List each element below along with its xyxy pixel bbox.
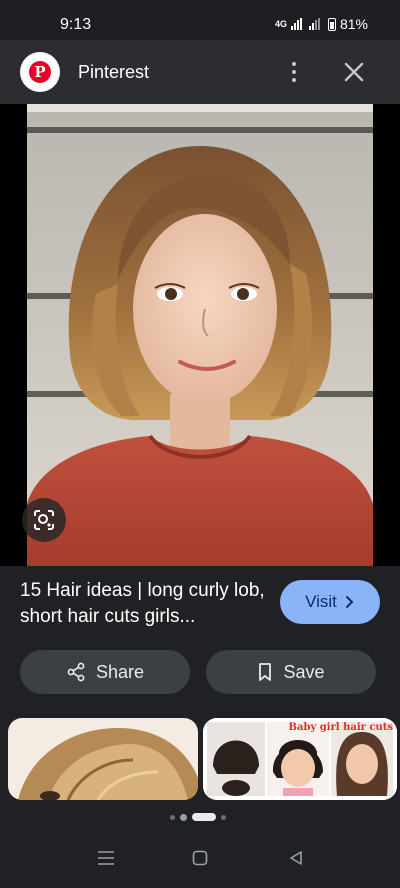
pager-dot — [180, 813, 187, 821]
battery-icon — [327, 17, 336, 31]
related-pin-image — [8, 718, 198, 800]
share-icon — [67, 662, 85, 682]
status-icons: 4G 81% — [275, 16, 368, 32]
related-pin-2[interactable]: Baby girl hair cuts — [203, 718, 397, 800]
back-icon[interactable] — [288, 850, 304, 866]
app-header: P Pinterest — [0, 40, 400, 104]
signal-icon-2 — [308, 18, 320, 30]
battery-level: 81% — [339, 16, 368, 32]
chevron-right-icon — [345, 596, 354, 608]
close-icon[interactable] — [340, 58, 368, 86]
save-button[interactable]: Save — [206, 650, 376, 694]
app-title: Pinterest — [78, 62, 150, 82]
pager-dot — [221, 814, 226, 820]
bookmark-icon — [259, 663, 272, 681]
related-pin-banner: Baby girl hair cuts — [288, 722, 393, 733]
signal-icon — [290, 18, 302, 30]
girl-portrait-image — [0, 104, 400, 566]
lens-search-button[interactable] — [22, 498, 66, 542]
pinterest-logo: P — [20, 52, 60, 92]
visit-label: Visit — [305, 592, 337, 611]
pager-dots — [170, 812, 226, 822]
pin-image[interactable] — [0, 104, 400, 566]
pager-dot — [170, 814, 175, 820]
status-time: 9:13 — [60, 16, 92, 33]
save-label: Save — [283, 661, 325, 682]
recent-apps-icon[interactable] — [96, 850, 116, 866]
pin-title[interactable]: 15 Hair ideas | long curly lob, short ha… — [20, 578, 270, 630]
pager-dot-active — [192, 813, 216, 821]
status-bar: 9:13 4G 81% — [0, 0, 400, 40]
share-label: Share — [95, 661, 145, 682]
home-icon[interactable] — [192, 850, 208, 866]
pinterest-logo-mark: P — [29, 61, 51, 83]
network-indicator: 4G — [274, 19, 287, 29]
share-button[interactable]: Share — [20, 650, 190, 694]
system-nav-bar — [0, 826, 400, 888]
visit-button[interactable]: Visit — [280, 580, 380, 624]
related-pin-1[interactable] — [8, 718, 198, 800]
lens-search-icon — [34, 510, 54, 530]
more-options-icon[interactable] — [282, 58, 306, 86]
